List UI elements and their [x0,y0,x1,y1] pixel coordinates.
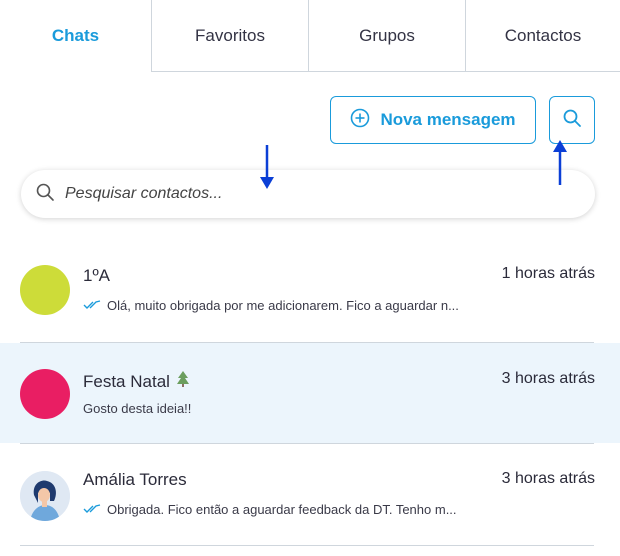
double-check-icon [83,502,101,517]
avatar [20,471,70,521]
chat-time: 3 horas atrás [501,470,595,487]
person-avatar-icon [20,471,70,521]
chat-name: Festa Natal [83,370,190,393]
chat-name: Amália Torres [83,470,187,489]
chat-item[interactable]: Festa Natal 3 horas atrás Gosto desta id… [0,343,620,443]
avatar [20,265,70,315]
new-message-button[interactable]: Nova mensagem [330,96,536,144]
tab-bar: Chats Favoritos Grupos Contactos [0,0,620,72]
tab-chats[interactable]: Chats [0,0,151,72]
arrow-up-annotation [553,140,567,185]
search-input[interactable] [65,185,565,203]
chat-time: 1 horas atrás [501,265,595,282]
arrow-down-annotation [260,145,274,189]
chat-item[interactable]: Amália Torres 3 horas atrás Obrigada. Fi… [0,444,620,544]
search-bar[interactable] [21,170,595,218]
double-check-icon [83,298,101,313]
tab-contactos[interactable]: Contactos [465,0,620,72]
tree-icon [176,370,190,393]
divider [20,545,594,546]
search-icon [562,108,582,133]
chat-time: 3 horas atrás [501,370,595,387]
chat-preview: Gosto desta ideia!! [83,401,192,416]
search-icon [35,182,55,207]
new-message-label: Nova mensagem [380,110,516,129]
tab-grupos[interactable]: Grupos [308,0,465,72]
chat-preview: Obrigada. Fico então a aguardar feedback… [83,502,457,517]
chat-item[interactable]: 1ºA 1 horas atrás Olá, muito obrigada po… [0,242,620,342]
plus-circle-icon [350,108,370,133]
tab-favoritos[interactable]: Favoritos [151,0,308,72]
chat-preview: Olá, muito obrigada por me adicionarem. … [83,298,459,313]
chat-name: 1ºA [83,266,111,285]
avatar [20,369,70,419]
